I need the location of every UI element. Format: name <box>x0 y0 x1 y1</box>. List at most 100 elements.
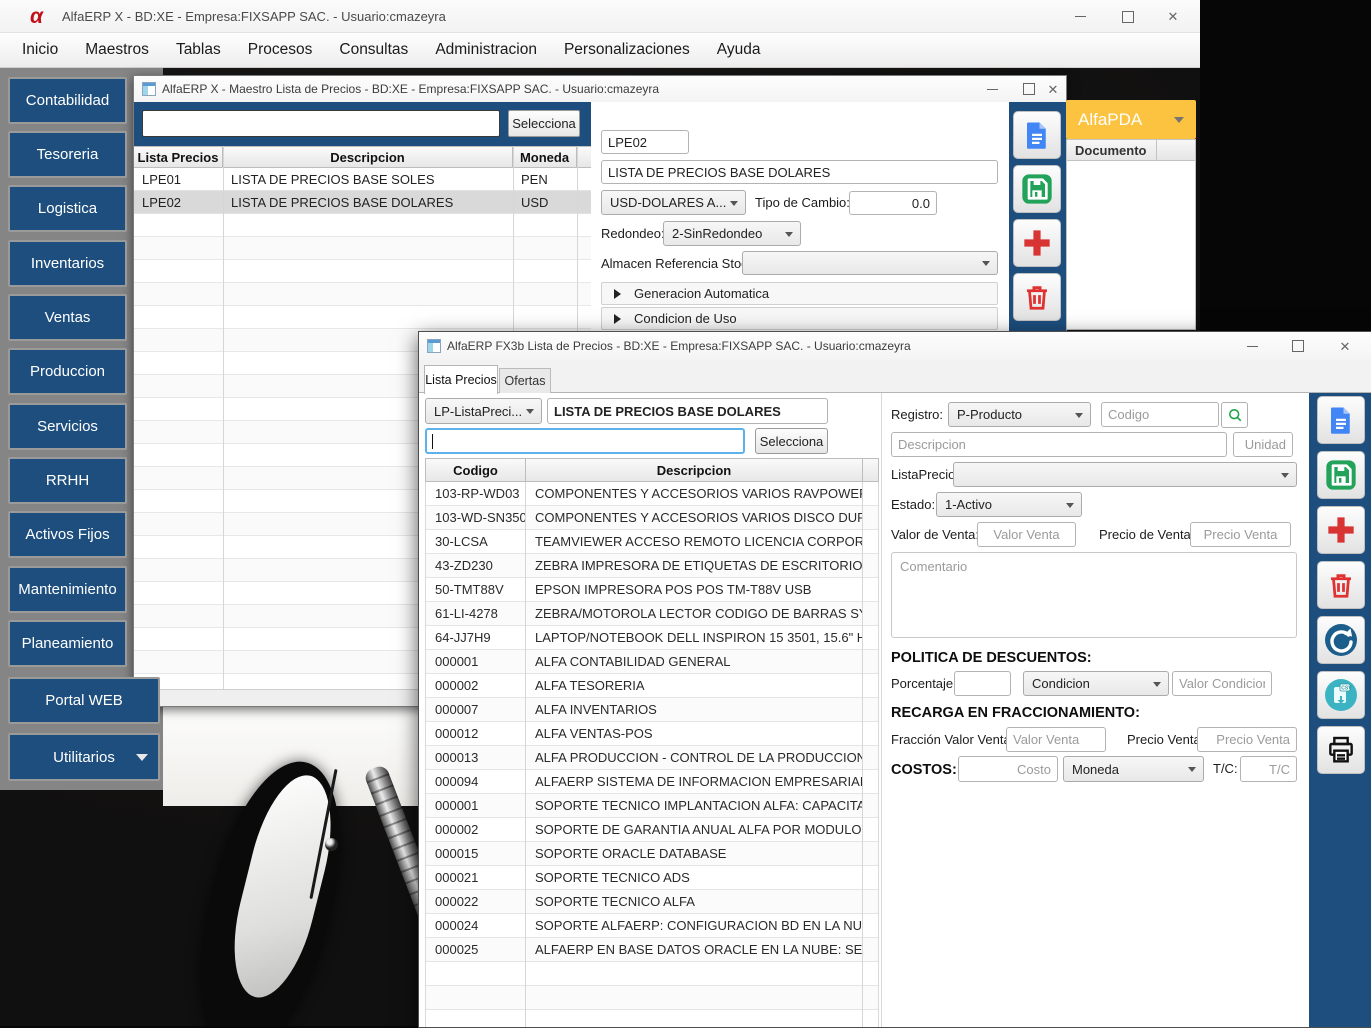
export-csv-button[interactable]: CSV <box>1317 671 1365 719</box>
moneda-dropdown[interactable]: USD-DOLARES A... <box>601 190 746 215</box>
lista-nombre-field[interactable] <box>547 398 828 424</box>
producto-search-input[interactable] <box>425 428 745 454</box>
precio-venta-input[interactable] <box>1190 522 1291 547</box>
delete-button[interactable] <box>1013 273 1061 321</box>
producto-row[interactable]: 000022 SOPORTE TECNICO ALFA <box>425 890 879 914</box>
sidebar-module-button[interactable]: Logistica <box>8 185 127 232</box>
producto-row[interactable]: 61-LI-4278 ZEBRA/MOTOROLA LECTOR CODIGO … <box>425 602 879 626</box>
add-button[interactable] <box>1317 506 1365 554</box>
costo-input[interactable] <box>958 756 1058 782</box>
sidebar-module-button[interactable]: Servicios <box>8 403 127 450</box>
menu-item[interactable]: Procesos <box>248 41 313 59</box>
producto-row[interactable]: 000094 ALFAERP SISTEMA DE INFORMACION EM… <box>425 770 879 794</box>
condicion-dropdown[interactable]: Condicion <box>1023 671 1169 696</box>
sidebar-module-button[interactable]: RRHH <box>8 457 127 504</box>
maximize-button[interactable] <box>1016 76 1042 102</box>
delete-button[interactable] <box>1317 561 1365 609</box>
fraccion-precio-venta-input[interactable] <box>1197 727 1297 752</box>
new-document-button[interactable] <box>1013 111 1061 159</box>
tc-input[interactable] <box>1240 756 1297 782</box>
producto-row[interactable]: 000015 SOPORTE ORACLE DATABASE <box>425 842 879 866</box>
producto-row[interactable]: 000001 ALFA CONTABILIDAD GENERAL <box>425 650 879 674</box>
producto-row[interactable]: 000024 SOPORTE ALFAERP: CONFIGURACION BD… <box>425 914 879 938</box>
selecciona-button[interactable]: Selecciona <box>755 428 828 454</box>
sidebar-module-button[interactable]: Mantenimiento <box>8 566 127 613</box>
column-header-descripcion[interactable]: Descripcion <box>223 147 513 167</box>
minimize-button[interactable] <box>979 76 1005 102</box>
codigo-input[interactable] <box>1101 402 1219 427</box>
selecciona-button[interactable]: Selecciona <box>508 110 580 137</box>
valor-venta-input[interactable] <box>977 522 1076 547</box>
maestro-row[interactable]: LPE02 LISTA DE PRECIOS BASE DOLARES USD <box>134 191 591 214</box>
producto-row[interactable]: 43-ZD230 ZEBRA IMPRESORA DE ETIQUETAS DE… <box>425 554 879 578</box>
refresh-button[interactable] <box>1317 616 1365 664</box>
fraccion-valor-venta-input[interactable] <box>1006 727 1106 752</box>
producto-row[interactable]: 000002 ALFA TESORERIA <box>425 674 879 698</box>
maestro-row[interactable]: LPE01 LISTA DE PRECIOS BASE SOLES PEN <box>134 168 591 191</box>
valor-condicion-input[interactable] <box>1172 671 1272 696</box>
tab-lista-precios[interactable]: Lista Precios <box>424 365 498 394</box>
sidebar-module-button[interactable]: Ventas <box>8 294 127 341</box>
buscar-button[interactable] <box>1221 402 1248 428</box>
sidebar-module-button[interactable]: Inventarios <box>8 240 127 287</box>
porcentaje-input[interactable] <box>954 671 1011 696</box>
menu-item[interactable]: Inicio <box>22 41 58 59</box>
producto-row[interactable]: 64-JJ7H9 LAPTOP/NOTEBOOK DELL INSPIRON 1… <box>425 626 879 650</box>
descripcion-input[interactable] <box>891 432 1227 457</box>
maximize-button[interactable] <box>1113 0 1143 33</box>
registro-dropdown[interactable]: P-Producto <box>948 402 1091 427</box>
alfapda-dropdown[interactable]: AlfaPDA <box>1066 100 1196 139</box>
menu-item[interactable]: Maestros <box>85 41 149 59</box>
moneda-dropdown[interactable]: Moneda <box>1063 756 1204 782</box>
producto-row[interactable]: 000001 SOPORTE TECNICO IMPLANTACION ALFA… <box>425 794 879 818</box>
sidebar-module-button[interactable]: Activos Fijos <box>8 511 127 558</box>
column-header-descripcion[interactable]: Descripcion <box>526 459 863 481</box>
minimize-button[interactable] <box>1065 0 1095 33</box>
menu-item[interactable]: Personalizaciones <box>564 41 690 59</box>
generacion-automatica-expander[interactable]: Generacion Automatica <box>601 282 998 305</box>
minimize-button[interactable] <box>1239 332 1265 360</box>
lista-descripcion-field[interactable] <box>601 160 998 184</box>
menu-item[interactable]: Tablas <box>176 41 221 59</box>
producto-row[interactable]: 000021 SOPORTE TECNICO ADS <box>425 866 879 890</box>
maximize-button[interactable] <box>1285 332 1311 360</box>
sidebar-module-button[interactable]: Planeamiento <box>8 620 127 667</box>
maestro-search-input[interactable] <box>142 110 500 137</box>
producto-row[interactable]: 103-WD-SN350-... COMPONENTES Y ACCESORIO… <box>425 506 879 530</box>
producto-row[interactable]: 000025 ALFAERP EN BASE DATOS ORACLE EN L… <box>425 938 879 962</box>
column-header-lista-precios[interactable]: Lista Precios <box>134 147 223 167</box>
almacen-referencia-dropdown[interactable] <box>742 251 998 275</box>
condicion-de-uso-expander[interactable]: Condicion de Uso <box>601 307 998 330</box>
producto-row[interactable]: 000002 SOPORTE DE GARANTIA ANUAL ALFA PO… <box>425 818 879 842</box>
redondeo-dropdown[interactable]: 2-SinRedondeo <box>663 221 801 246</box>
add-button[interactable] <box>1013 219 1061 267</box>
estado-dropdown[interactable]: 1-Activo <box>936 492 1082 517</box>
producto-row[interactable]: 000012 ALFA VENTAS-POS <box>425 722 879 746</box>
sidebar-module-button[interactable]: Portal WEB <box>8 677 160 724</box>
listaprecios-dropdown[interactable] <box>953 462 1297 487</box>
comentario-textarea[interactable] <box>891 552 1297 638</box>
close-button[interactable]: ✕ <box>1040 76 1066 102</box>
save-button[interactable] <box>1317 451 1365 499</box>
sidebar-module-button[interactable]: Contabilidad <box>8 77 127 124</box>
producto-row[interactable]: 000013 ALFA PRODUCCION - CONTROL DE LA P… <box>425 746 879 770</box>
menu-item[interactable]: Ayuda <box>717 41 761 59</box>
save-button[interactable] <box>1013 165 1061 213</box>
sidebar-module-button[interactable]: Tesoreria <box>8 131 127 178</box>
sidebar-module-button[interactable]: Produccion <box>8 348 127 395</box>
alfapda-column-header[interactable]: Documento <box>1066 139 1196 161</box>
producto-row[interactable]: 50-TMT88V EPSON IMPRESORA POS POS TM-T88… <box>425 578 879 602</box>
new-document-button[interactable] <box>1317 396 1365 444</box>
lista-code-field[interactable] <box>601 130 689 154</box>
tab-ofertas[interactable]: Ofertas <box>499 368 551 393</box>
lista-precios-dropdown[interactable]: LP-ListaPreci... <box>425 398 542 424</box>
menu-item[interactable]: Administracion <box>435 41 537 59</box>
print-button[interactable] <box>1317 726 1365 774</box>
producto-row[interactable]: 000007 ALFA INVENTARIOS <box>425 698 879 722</box>
tipo-cambio-field[interactable] <box>849 191 937 215</box>
column-header-codigo[interactable]: Codigo <box>426 459 526 481</box>
close-button[interactable]: ✕ <box>1332 332 1358 360</box>
producto-row[interactable]: 103-RP-WD03 COMPONENTES Y ACCESORIOS VAR… <box>425 482 879 506</box>
close-button[interactable]: ✕ <box>1158 0 1188 33</box>
column-header-moneda[interactable]: Moneda <box>513 147 577 167</box>
